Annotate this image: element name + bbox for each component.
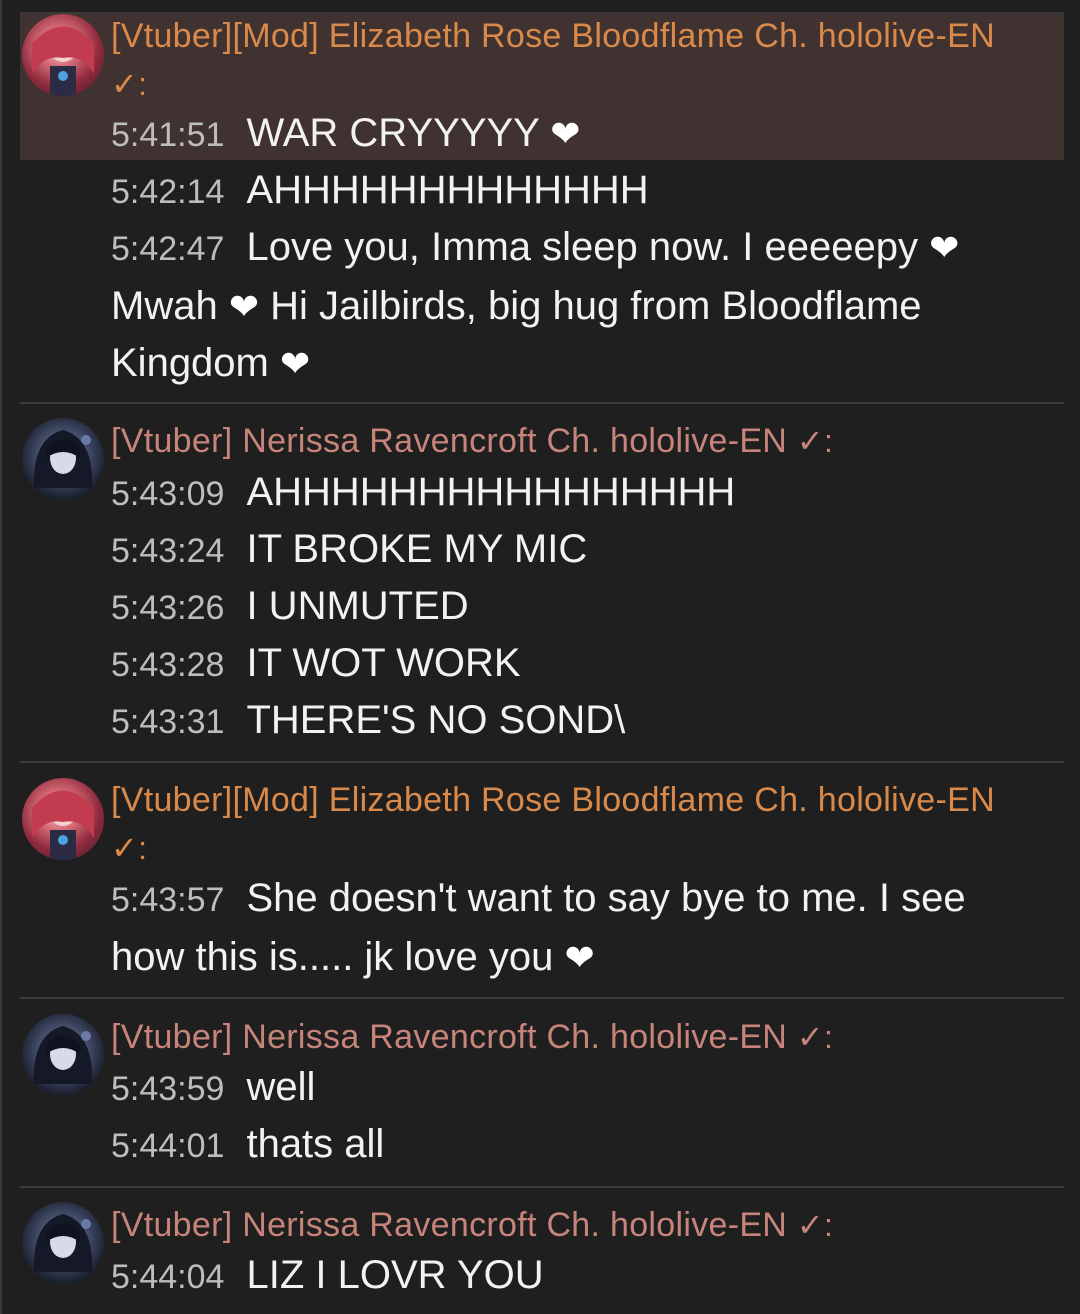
author-name[interactable]: [Vtuber][Mod] Elizabeth Rose Bloodflame … [111,12,1031,108]
author-name[interactable]: [Vtuber][Mod] Elizabeth Rose Bloodflame … [111,776,1031,872]
verified-icon: ✓: [796,1207,834,1243]
message-text: AHHHHHHHHHHHHHHHH [246,470,736,514]
timestamp: 5:41:51 [111,116,225,154]
timestamp: 5:44:01 [111,1127,225,1165]
timestamp: 5:43:09 [111,475,225,513]
timestamp: 5:42:14 [111,173,225,211]
timestamp: 5:42:47 [111,230,225,268]
timestamp: 5:43:31 [111,703,225,741]
message-text: IT WOT WORK [246,641,521,685]
heart-icon: ❤ [550,113,581,154]
message-text: thats all [246,1122,385,1166]
chat-message: 5:43:59 well [111,1059,1036,1118]
chat-message: 5:43:09 AHHHHHHHHHHHHHHHH [111,464,1036,523]
divider [20,1186,1064,1188]
verified-icon: ✓: [111,830,148,866]
avatar[interactable] [22,14,104,96]
heart-icon: ❤ [280,343,311,384]
message-text: Mwah [111,284,218,328]
timestamp: 5:44:04 [111,1258,225,1296]
message-text: AHHHHHHHHHHHHH [246,168,649,212]
avatar[interactable] [22,778,104,860]
verified-icon: ✓: [796,1019,834,1055]
message-text: I UNMUTED [246,584,469,628]
timestamp: 5:43:24 [111,532,225,570]
chat-message: 5:43:28 IT WOT WORK [111,635,1036,694]
heart-icon: ❤ [929,227,960,268]
divider [20,761,1064,763]
author-name[interactable]: [Vtuber] Nerissa Ravencroft Ch. hololive… [111,417,1031,465]
chat-message: 5:42:14 AHHHHHHHHHHHHH [111,162,1036,221]
heart-icon: ❤ [228,286,259,327]
avatar[interactable] [22,1202,104,1284]
message-text: THERE'S NO SOND\ [246,698,626,742]
chat-message: 5:43:31 THERE'S NO SOND\ [111,692,1036,751]
chat-message: 5:43:24 IT BROKE MY MIC [111,521,1036,580]
author-name[interactable]: [Vtuber] Nerissa Ravencroft Ch. hololive… [111,1201,1031,1249]
chat-log: [Vtuber][Mod] Elizabeth Rose Bloodflame … [0,0,1080,1314]
message-text: Love you, Imma sleep now. I eeeeepy [246,225,918,269]
divider [20,402,1064,404]
message-text: well [246,1065,316,1109]
chat-message: 5:44:04 LIZ I LOVR YOU [111,1247,1036,1306]
timestamp: 5:43:28 [111,646,225,684]
heart-icon: ❤ [564,937,595,978]
avatar[interactable] [22,418,104,500]
timestamp: 5:43:26 [111,589,225,627]
message-text: WAR CRYYYYY [246,111,540,155]
chat-message: 5:44:01 thats all [111,1116,1036,1175]
verified-icon: ✓: [796,423,834,459]
timestamp: 5:43:57 [111,881,225,919]
timestamp: 5:43:59 [111,1070,225,1108]
chat-message: 5:43:57 She doesn't want to say bye to me… [111,870,1036,986]
chat-message: 5:43:26 I UNMUTED [111,578,1036,637]
message-text: IT BROKE MY MIC [246,527,588,571]
divider [20,997,1064,999]
chat-message: 5:42:47 Love you, Imma sleep now. I eeeee… [111,219,1036,392]
verified-icon: ✓: [111,66,148,102]
avatar[interactable] [22,1014,104,1096]
message-text: LIZ I LOVR YOU [246,1253,544,1297]
message-text: She doesn't want to say bye to me. I see… [111,876,966,979]
chat-message: 5:41:51 WAR CRYYYYY ❤ [111,105,1036,164]
author-name[interactable]: [Vtuber] Nerissa Ravencroft Ch. hololive… [111,1013,1031,1061]
